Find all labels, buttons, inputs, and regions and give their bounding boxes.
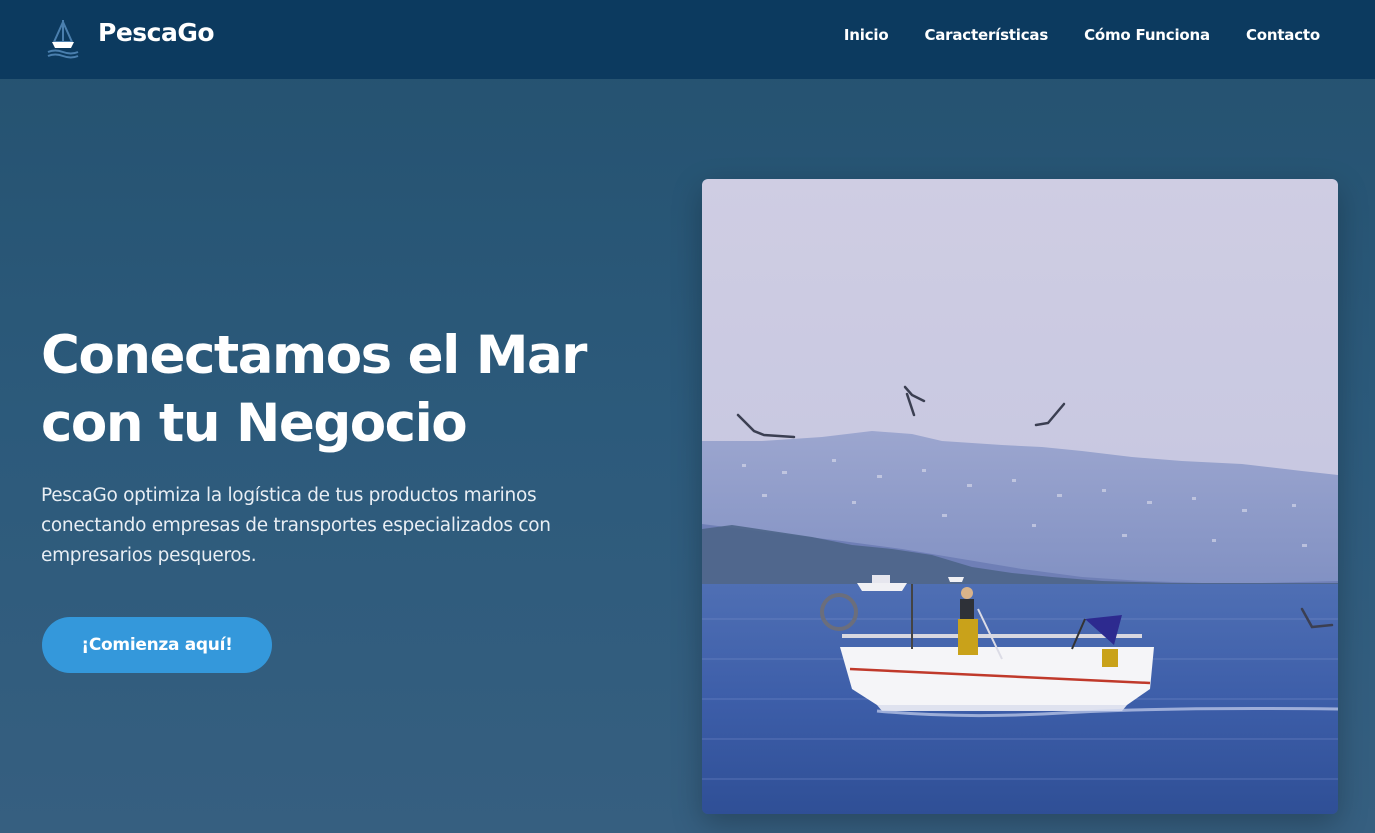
brand-name[interactable]: PescaGo [98, 18, 215, 47]
nav-link-contacto[interactable]: Contacto [1246, 26, 1320, 44]
get-started-button[interactable]: ¡Comienza aquí! [42, 617, 272, 673]
navbar: PescaGo Inicio Características Cómo Func… [0, 0, 1375, 79]
nav-link-como-funciona[interactable]: Cómo Funciona [1084, 26, 1210, 44]
hero-description: PescaGo optimiza la logística de tus pro… [41, 485, 551, 566]
main-nav: Inicio Características Cómo Funciona Con… [844, 26, 1320, 44]
hero-image-fishing-boat [702, 179, 1338, 814]
hero-title-line-2: con tu Negocio [41, 393, 468, 454]
hero-title: Conectamos el Mar con tu Negocio [41, 322, 661, 458]
nav-link-inicio[interactable]: Inicio [844, 26, 889, 44]
hero-title-line-1: Conectamos el Mar [41, 325, 587, 386]
nav-link-caracteristicas[interactable]: Características [924, 26, 1048, 44]
sailboat-icon[interactable] [44, 16, 82, 60]
